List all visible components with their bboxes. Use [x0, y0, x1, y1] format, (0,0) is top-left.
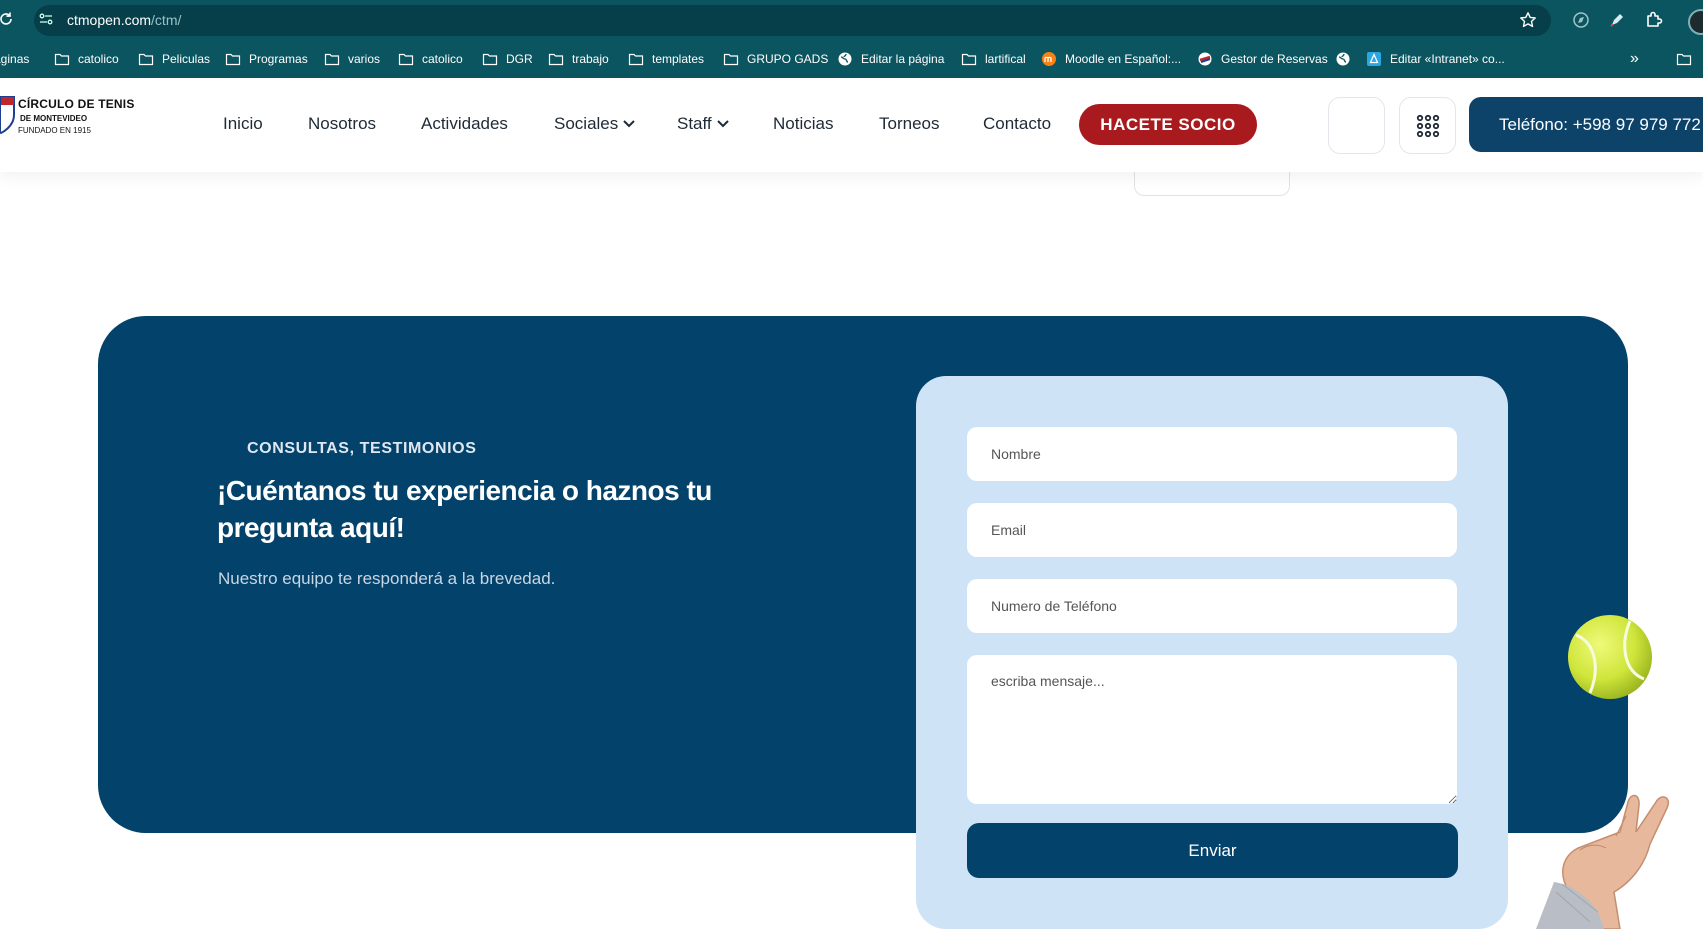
message-field[interactable] [967, 655, 1457, 804]
bookmark-item[interactable]: GRUPO GADS [723, 40, 828, 78]
bookmark-item[interactable]: DGR [482, 40, 533, 78]
folder-icon [723, 53, 739, 66]
url-path: /ctm/ [151, 12, 182, 28]
bookmark-item[interactable]: varios [324, 40, 380, 78]
folder-icon [482, 53, 498, 66]
bookmark-item[interactable]: Peliculas [138, 40, 210, 78]
hand-image [1528, 772, 1703, 929]
apps-grid-button[interactable] [1399, 97, 1456, 154]
bookmark-item[interactable]: Editar la página [837, 40, 944, 78]
bookmark-item[interactable]: catolico [398, 40, 463, 78]
bookmarks-bar: aginas catolico Peliculas Programas vari… [0, 40, 1703, 78]
folder-icon [54, 53, 70, 66]
nav-actividades[interactable]: Actividades [421, 114, 508, 134]
reload-icon[interactable] [0, 11, 14, 27]
extension-compass-icon[interactable] [1572, 11, 1590, 29]
bookmark-item[interactable]: Programas [225, 40, 308, 78]
folder-icon [961, 53, 977, 66]
chevron-down-icon [716, 120, 729, 128]
logo-founded: FUNDADO EN 1915 [18, 126, 91, 135]
tennis-ball-image [1566, 613, 1654, 701]
chevron-down-icon [623, 120, 635, 128]
globe-icon [838, 52, 852, 66]
bookmark-item[interactable]: aginas [0, 40, 29, 78]
site-info-icon[interactable] [38, 11, 54, 27]
nav-noticias[interactable]: Noticias [773, 114, 833, 134]
section-eyebrow: CONSULTAS, TESTIMONIOS [247, 440, 477, 457]
bookmark-item[interactable]: Moodle en Español:... [1041, 40, 1181, 78]
folder-icon [225, 53, 241, 66]
extensions-puzzle-icon[interactable] [1644, 10, 1664, 30]
folder-icon [628, 53, 644, 66]
folder-icon [324, 53, 340, 66]
extension-pen-icon[interactable] [1608, 11, 1626, 29]
phone-field[interactable] [967, 579, 1457, 633]
folder-icon[interactable] [1676, 51, 1692, 67]
header-square-button[interactable] [1328, 97, 1385, 154]
bookmark-item[interactable]: templates [628, 40, 704, 78]
folder-icon [398, 53, 414, 66]
hacete-socio-button[interactable]: HACETE SOCIO [1079, 104, 1257, 145]
submit-button[interactable]: Enviar [967, 823, 1458, 878]
site-header: M CÍRCULO DE TENIS DE MONTEVIDEO FUNDADO… [0, 78, 1703, 172]
nav-sociales[interactable]: Sociales [554, 114, 636, 134]
folder-icon [548, 53, 564, 66]
nav-torneos[interactable]: Torneos [879, 114, 939, 134]
bookmark-star-icon[interactable] [1519, 11, 1537, 29]
email-field[interactable] [967, 503, 1457, 557]
moodle-icon [1042, 52, 1056, 66]
folder-icon [138, 53, 154, 66]
url-text[interactable]: ctmopen.com/ctm/ [67, 12, 181, 28]
section-headline: ¡Cuéntanos tu experiencia o haznos tu pr… [217, 475, 712, 543]
globe-icon [1336, 52, 1350, 66]
section-subtext: Nuestro equipo te responderá a la breved… [218, 569, 556, 588]
name-field[interactable] [967, 427, 1457, 481]
bookmarks-overflow-button[interactable]: » [1630, 50, 1639, 68]
intranet-icon [1367, 52, 1381, 66]
grid-dots-icon [1416, 114, 1439, 137]
omnibox[interactable]: ctmopen.com/ctm/ [34, 5, 1551, 36]
phone-button[interactable]: Teléfono: +598 97 979 772 [1469, 97, 1703, 152]
bookmark-item[interactable]: Gestor de Reservas [1197, 40, 1328, 78]
nav-staff[interactable]: Staff [677, 114, 730, 134]
logo-subtitle: DE MONTEVIDEO [20, 114, 88, 123]
reservas-icon [1198, 52, 1212, 66]
contact-form: Enviar [916, 376, 1508, 929]
url-host: ctmopen.com [67, 12, 152, 28]
bookmark-item[interactable]: lartifical [961, 40, 1026, 78]
nav-inicio[interactable]: Inicio [223, 114, 263, 134]
club-logo-icon[interactable]: M [0, 93, 16, 137]
bookmark-item[interactable]: catolico [54, 40, 119, 78]
profile-avatar-icon[interactable] [1688, 9, 1703, 35]
logo-title: CÍRCULO DE TENIS [18, 97, 135, 111]
nav-nosotros[interactable]: Nosotros [308, 114, 376, 134]
browser-url-bar: ctmopen.com/ctm/ [0, 0, 1703, 40]
bookmark-item[interactable]: Editar «Intranet» co... [1366, 40, 1505, 78]
nav-contacto[interactable]: Contacto [983, 114, 1051, 134]
bookmark-item[interactable]: trabajo [548, 40, 609, 78]
bookmark-item[interactable] [1335, 40, 1359, 78]
